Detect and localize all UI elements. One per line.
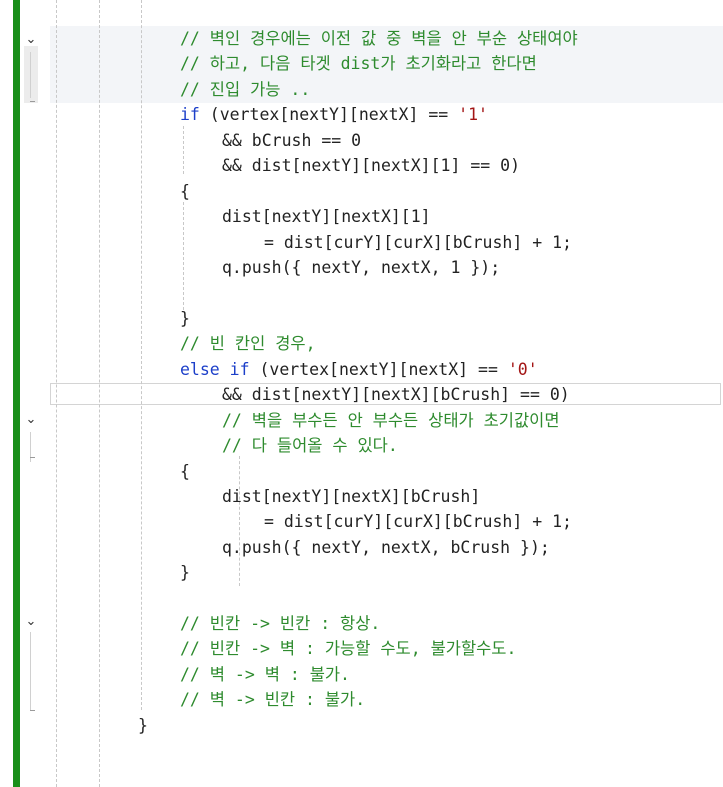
- code-line[interactable]: q.push({ nextY, nextX, bCrush });: [222, 535, 550, 560]
- indent-guide: [56, 0, 57, 787]
- keyword-if: if: [180, 105, 200, 124]
- code-line-brace[interactable]: {: [180, 459, 190, 484]
- code-line[interactable]: && dist[nextY][nextX][1] == 0): [222, 153, 520, 178]
- code-line-brace[interactable]: }: [180, 306, 190, 331]
- code-line-comment[interactable]: // 빈칸 -> 빈칸 : 항상.: [180, 611, 380, 636]
- code-line[interactable]: q.push({ nextY, nextX, 1 });: [222, 255, 500, 280]
- collapse-chevron-icon[interactable]: ⌄: [22, 613, 40, 631]
- code-line-comment[interactable]: // 다 들어올 수 있다.: [222, 433, 398, 458]
- code-line[interactable]: = dist[curY][curX][bCrush] + 1;: [264, 230, 572, 255]
- fold-range-line: [30, 632, 31, 710]
- change-indicator-bar: [13, 0, 20, 787]
- code-editor[interactable]: ⌄ ⌄ ⌄ // 벽인 경우에는 이전 값 중 벽을 안 부순 상태여야 // …: [0, 0, 723, 787]
- indent-guide: [183, 202, 184, 310]
- code-line-comment[interactable]: // 벽인 경우에는 이전 값 중 벽을 안 부순 상태여야: [180, 26, 578, 51]
- fold-end-marker: [30, 710, 35, 711]
- indent-guide: [99, 0, 100, 787]
- code-line-comment[interactable]: // 벽 -> 빈칸 : 불가.: [180, 687, 365, 712]
- code-line-if-condition: (vertex[nextY][nextX] ==: [199, 105, 459, 124]
- code-line[interactable]: dist[nextY][nextX][1]: [222, 204, 431, 229]
- code-line-brace[interactable]: }: [180, 560, 190, 585]
- indent-guide: [183, 126, 184, 174]
- code-line-comment[interactable]: // 벽을 부수든 안 부수든 상태가 초기값이면: [222, 408, 560, 433]
- code-line-brace[interactable]: {: [180, 179, 190, 204]
- code-line[interactable]: && bCrush == 0: [222, 128, 361, 153]
- collapse-chevron-icon[interactable]: ⌄: [22, 411, 40, 429]
- collapse-chevron-icon[interactable]: ⌄: [22, 31, 40, 49]
- keyword-else-if: else if: [180, 360, 250, 379]
- code-line[interactable]: dist[nextY][nextX][bCrush]: [222, 484, 480, 509]
- code-line-comment[interactable]: // 빈칸 -> 벽 : 가능할 수도, 불가할수도.: [180, 636, 516, 661]
- fold-end-marker: [30, 457, 35, 458]
- code-line[interactable]: = dist[curY][curX][bCrush] + 1;: [264, 509, 572, 534]
- indent-guide: [141, 0, 142, 710]
- code-line-comment[interactable]: // 빈 칸인 경우,: [180, 331, 316, 356]
- fold-range-line: [30, 52, 31, 98]
- code-line-comment[interactable]: // 하고, 다음 타겟 dist가 초기화라고 한다면: [180, 51, 537, 76]
- gutter-highlight: [24, 46, 38, 103]
- code-line-current[interactable]: && dist[nextY][nextX][bCrush] == 0): [222, 382, 570, 407]
- code-line-comment[interactable]: // 벽 -> 벽 : 불가.: [180, 662, 350, 687]
- fold-end-marker: [30, 101, 35, 102]
- indent-guide: [239, 456, 240, 586]
- code-line-comment[interactable]: // 진입 가능 ..: [180, 77, 310, 102]
- code-line-else-if-condition: (vertex[nextY][nextX] ==: [249, 360, 508, 379]
- string-literal: '0': [507, 360, 538, 379]
- string-literal: '1': [458, 105, 488, 124]
- code-line-brace[interactable]: }: [138, 713, 148, 738]
- code-line-if[interactable]: if (vertex[nextY][nextX] == '1': [180, 102, 488, 127]
- code-line-else-if[interactable]: else if (vertex[nextY][nextX] == '0': [180, 357, 538, 382]
